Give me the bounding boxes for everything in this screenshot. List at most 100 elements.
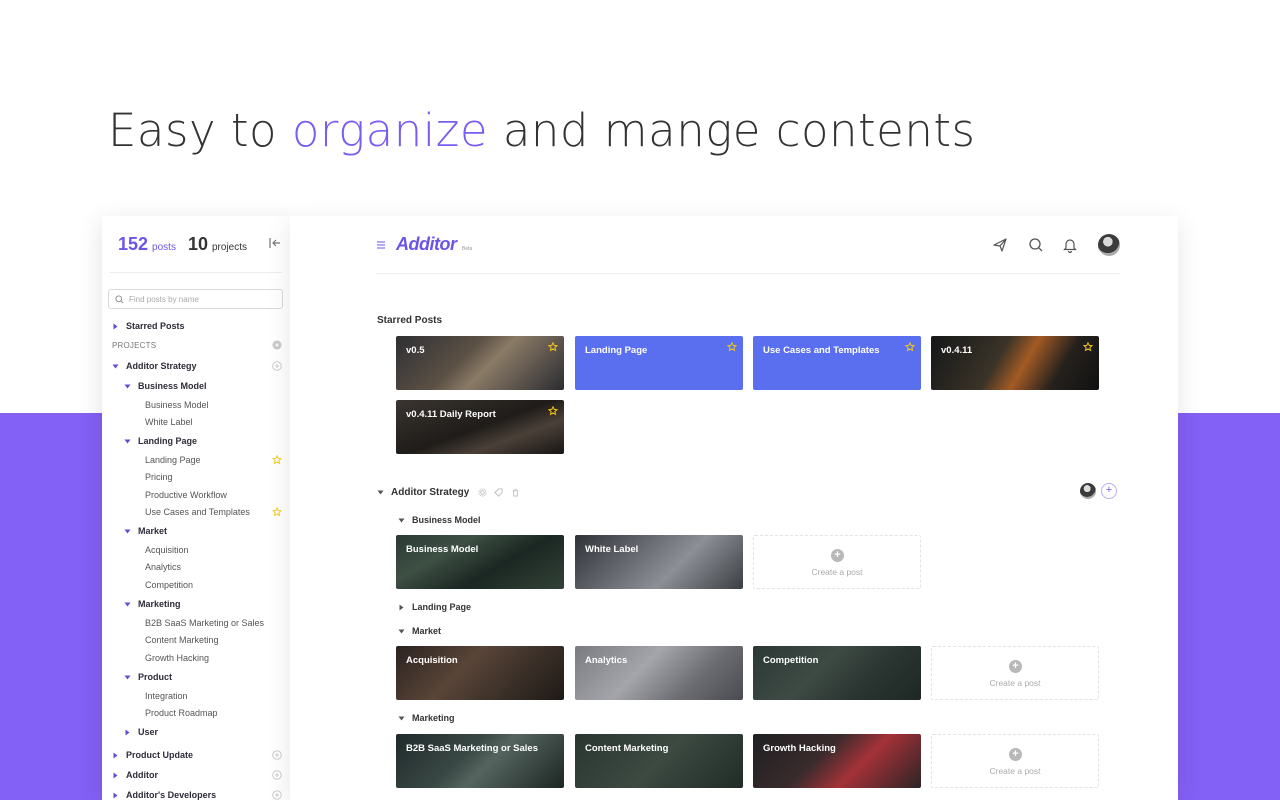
post-card[interactable]: Competition (753, 646, 921, 700)
tree-label: Content Marketing (145, 635, 219, 645)
caret-down-icon (398, 518, 405, 522)
tree-market[interactable]: Market (124, 523, 290, 539)
tree-additor[interactable]: Additor (112, 767, 290, 783)
tree-item-use-cases[interactable]: Use Cases and Templates (145, 504, 290, 520)
tree-starred-posts[interactable]: Starred Posts (112, 318, 290, 334)
tree-item-business-model[interactable]: Business Model (145, 397, 290, 413)
post-card[interactable]: Growth Hacking (753, 734, 921, 788)
post-card[interactable]: Landing Page (575, 336, 743, 390)
star-icon[interactable] (272, 455, 282, 465)
projects-header: PROJECTS (112, 337, 290, 353)
add-post-icon[interactable] (272, 790, 282, 800)
subproject-header[interactable]: Marketing (398, 713, 455, 723)
create-post-label: Create a post (989, 766, 1041, 776)
plus-icon: + (1009, 660, 1022, 673)
caret-right-icon (113, 323, 118, 329)
search-icon[interactable] (1028, 237, 1044, 253)
tree-item-integration[interactable]: Integration (145, 688, 290, 704)
user-avatar[interactable] (1098, 234, 1120, 256)
tree-label: Competition (145, 580, 194, 590)
tree-landing-page[interactable]: Landing Page (124, 433, 290, 449)
tree-item-white-label[interactable]: White Label (145, 414, 290, 430)
send-icon[interactable] (992, 237, 1008, 253)
post-card-title: Acquisition (406, 655, 458, 666)
tree-label: Growth Hacking (145, 653, 210, 663)
post-card[interactable]: White Label (575, 535, 743, 589)
tree-item-content-marketing[interactable]: Content Marketing (145, 632, 290, 648)
post-card[interactable]: B2B SaaS Marketing or Sales (396, 734, 564, 788)
collapse-sidebar-icon[interactable] (268, 236, 282, 250)
create-post-label: Create a post (811, 567, 863, 577)
tree-business-model[interactable]: Business Model (124, 378, 290, 394)
create-post-label: Create a post (989, 678, 1041, 688)
tree-label: Market (138, 526, 168, 536)
post-card[interactable]: Analytics (575, 646, 743, 700)
tree-label: Product Update (126, 750, 194, 760)
subproject-title: Business Model (412, 515, 481, 525)
tree-product-update[interactable]: Product Update (112, 747, 290, 763)
create-post-button[interactable]: + Create a post (931, 646, 1099, 700)
star-icon[interactable] (1083, 342, 1093, 352)
tree-item-productive-workflow[interactable]: Productive Workflow (145, 487, 290, 503)
star-icon[interactable] (272, 507, 282, 517)
tag-icon[interactable] (494, 488, 503, 497)
tree-marketing[interactable]: Marketing (124, 596, 290, 612)
create-post-button[interactable]: + Create a post (753, 535, 921, 589)
post-card-title: Competition (763, 655, 819, 666)
add-post-icon[interactable] (272, 361, 282, 371)
post-card[interactable]: v0.4.11 (931, 336, 1099, 390)
tree-item-growth-hacking[interactable]: Growth Hacking (145, 650, 290, 666)
hero-accent: organize (291, 104, 489, 157)
app-logo[interactable]: Additor (396, 234, 457, 255)
trash-icon[interactable] (511, 488, 520, 497)
tree-item-acquisition[interactable]: Acquisition (145, 542, 290, 558)
post-card-title: Use Cases and Templates (763, 345, 880, 356)
add-member-button[interactable]: + (1101, 483, 1117, 499)
member-avatar[interactable] (1080, 483, 1096, 499)
create-post-button[interactable]: + Create a post (931, 734, 1099, 788)
post-card[interactable]: v0.4.11 Daily Report (396, 400, 564, 454)
sidebar-search[interactable] (108, 289, 283, 309)
search-input[interactable] (129, 294, 269, 304)
tree-additor-strategy[interactable]: Additor Strategy (112, 358, 290, 374)
settings-icon[interactable] (478, 488, 487, 497)
tree-item-analytics[interactable]: Analytics (145, 559, 290, 575)
tree-item-product-roadmap[interactable]: Product Roadmap (145, 705, 290, 721)
caret-down-icon (124, 384, 131, 388)
post-card[interactable]: Business Model (396, 535, 564, 589)
bell-icon[interactable] (1062, 237, 1078, 253)
search-icon (115, 294, 124, 303)
tree-user[interactable]: User (124, 724, 290, 740)
post-card[interactable]: Acquisition (396, 646, 564, 700)
tree-label: Additor Strategy (126, 361, 197, 371)
tree-product[interactable]: Product (124, 669, 290, 685)
tree-label: Product (138, 672, 173, 682)
add-post-icon[interactable] (272, 750, 282, 760)
subproject-header[interactable]: Market (398, 626, 441, 636)
project-header[interactable]: Additor Strategy (377, 487, 469, 498)
projects-label: projects (211, 242, 247, 253)
star-icon[interactable] (727, 342, 737, 352)
post-card[interactable]: Use Cases and Templates (753, 336, 921, 390)
add-post-icon[interactable] (272, 770, 282, 780)
tree-developers[interactable]: Additor's Developers (112, 787, 290, 800)
tree-item-b2b[interactable]: B2B SaaS Marketing or Sales (145, 615, 290, 631)
posts-label: posts (152, 242, 176, 253)
star-icon[interactable] (548, 342, 558, 352)
post-card[interactable]: v0.5 (396, 336, 564, 390)
star-icon[interactable] (905, 342, 915, 352)
tree-item-competition[interactable]: Competition (145, 577, 290, 593)
tree-item-pricing[interactable]: Pricing (145, 469, 290, 485)
subproject-header[interactable]: Business Model (398, 515, 481, 525)
menu-icon[interactable] (376, 240, 386, 250)
subproject-header[interactable]: Landing Page (398, 602, 471, 612)
add-project-icon[interactable] (272, 340, 282, 350)
post-card[interactable]: Content Marketing (575, 734, 743, 788)
caret-right-icon (113, 792, 118, 798)
star-icon[interactable] (548, 406, 558, 416)
caret-right-icon (399, 604, 404, 610)
beta-label: Beta (462, 246, 473, 252)
caret-right-icon (125, 729, 130, 735)
tree-item-landing-page[interactable]: Landing Page (145, 452, 290, 468)
hero-suffix: and mange contents (488, 104, 976, 157)
